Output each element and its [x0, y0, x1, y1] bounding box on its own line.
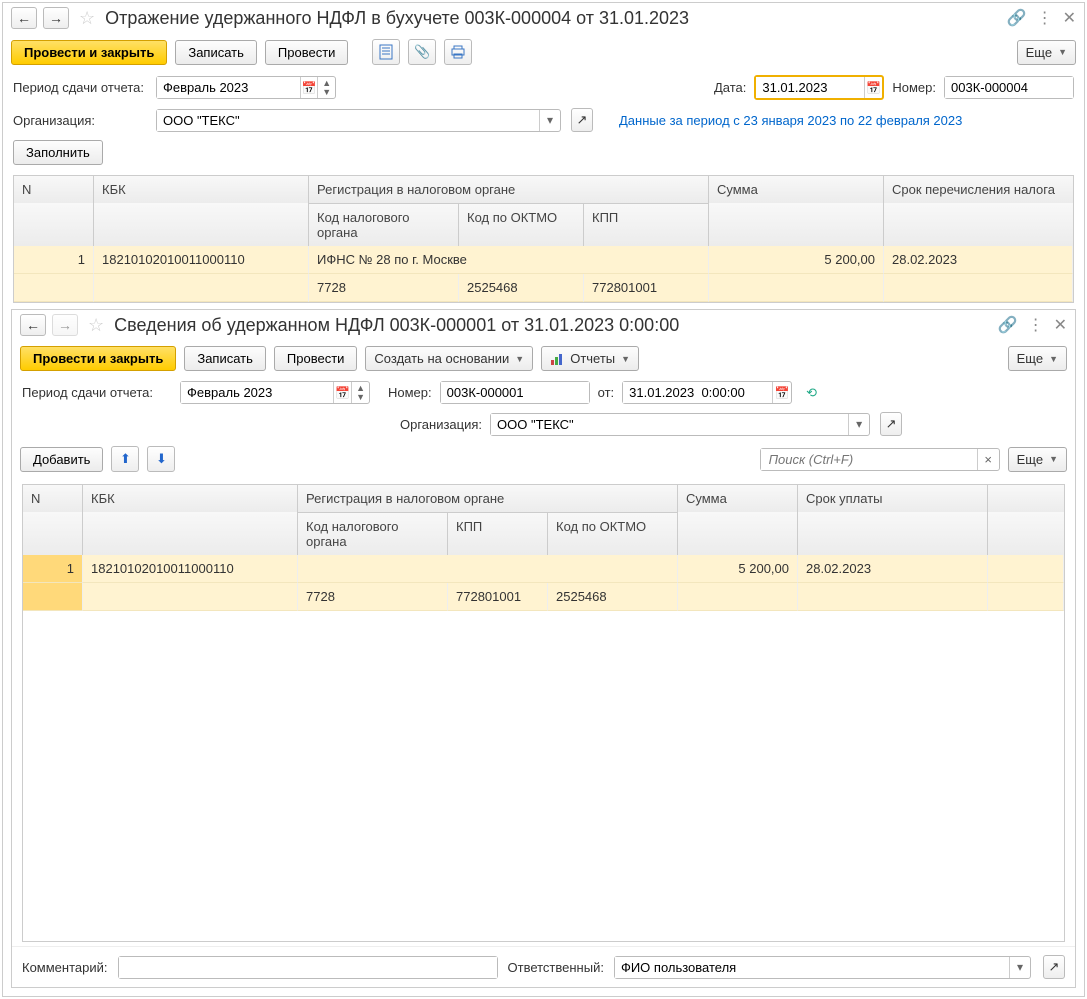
org-label: Организация:	[13, 113, 148, 128]
more-button[interactable]: Еще▼	[1008, 346, 1067, 371]
col-kbk: КБК	[94, 176, 309, 203]
post-and-close-button[interactable]: Провести и закрыть	[20, 346, 176, 371]
org-label: Организация:	[400, 417, 482, 432]
org-input[interactable]	[157, 110, 539, 131]
col-reg: Регистрация в налоговом органе	[298, 485, 678, 512]
search-input[interactable]	[761, 449, 977, 470]
number-label: Номер:	[892, 80, 936, 95]
org-input[interactable]	[491, 414, 848, 435]
col-n: N	[23, 485, 83, 512]
period-label: Период сдачи отчета:	[13, 80, 148, 95]
table-row[interactable]: 1 18210102010011000110 ИФНС № 28 по г. М…	[14, 246, 1073, 274]
comment-input[interactable]	[119, 957, 497, 978]
save-button[interactable]: Записать	[184, 346, 266, 371]
col-reg: Регистрация в налоговом органе	[309, 176, 709, 203]
table-row[interactable]: 1 18210102010011000110 5 200,00 28.02.20…	[23, 555, 1064, 583]
open-external-icon[interactable]: ↗	[571, 108, 593, 132]
period-label: Период сдачи отчета:	[22, 385, 172, 400]
open-external-icon[interactable]: ↗	[1043, 955, 1065, 979]
print-icon[interactable]	[444, 39, 472, 65]
dropdown-icon[interactable]: ▾	[539, 110, 560, 131]
date-input[interactable]	[756, 77, 863, 98]
col-code-org: Код налогового органа	[309, 203, 459, 246]
col-oktmo: Код по ОКТМО	[548, 512, 678, 555]
calendar-icon[interactable]: 📅	[333, 382, 351, 403]
col-oktmo: Код по ОКТМО	[459, 203, 584, 246]
from-date-input[interactable]	[623, 382, 772, 403]
more-button[interactable]: Еще▼	[1017, 40, 1076, 65]
chart-icon	[550, 352, 564, 366]
kebab-menu-icon[interactable]: ⋮	[1037, 8, 1053, 28]
from-label: от:	[598, 385, 615, 400]
period-input[interactable]	[157, 77, 300, 98]
favorite-star-icon[interactable]: ☆	[88, 315, 104, 336]
post-button[interactable]: Провести	[274, 346, 358, 371]
fill-button[interactable]: Заполнить	[13, 140, 103, 165]
more-button[interactable]: Еще▼	[1008, 447, 1067, 472]
col-code-org: Код налогового органа	[298, 512, 448, 555]
top-table: N КБК Регистрация в налоговом органе Сум…	[13, 175, 1074, 303]
period-input[interactable]	[181, 382, 333, 403]
col-kpp: КПП	[448, 512, 548, 555]
col-kpp: КПП	[584, 203, 709, 246]
back-button[interactable]: ←	[20, 314, 46, 336]
clear-search-icon[interactable]: ×	[977, 449, 999, 470]
number-input[interactable]	[441, 382, 589, 403]
save-button[interactable]: Записать	[175, 40, 257, 65]
calendar-icon[interactable]: 📅	[300, 77, 318, 98]
close-icon[interactable]: ✕	[1054, 315, 1067, 335]
add-button[interactable]: Добавить	[20, 447, 103, 472]
spinner-icon[interactable]: ▲▼	[351, 382, 369, 403]
col-deadline: Срок перечисления налога	[884, 176, 1073, 203]
back-button[interactable]: ←	[11, 7, 37, 29]
number-label: Номер:	[388, 385, 432, 400]
spinner-icon[interactable]: ▲▼	[317, 77, 335, 98]
document-icon[interactable]	[372, 39, 400, 65]
comment-label: Комментарий:	[22, 960, 108, 975]
table-row[interactable]: 7728 772801001 2525468	[23, 583, 1064, 611]
calendar-icon[interactable]: 📅	[864, 77, 883, 98]
link-icon[interactable]: 🔗	[1007, 8, 1027, 28]
col-kbk: КБК	[83, 485, 298, 512]
sub-table: N КБК Регистрация в налоговом органе Сум…	[22, 484, 1065, 942]
open-external-icon[interactable]: ↗	[880, 412, 902, 436]
number-input[interactable]	[945, 77, 1073, 98]
table-row[interactable]: 7728 2525468 772801001	[14, 274, 1073, 302]
move-down-icon[interactable]: ⬇	[147, 446, 175, 472]
dropdown-icon[interactable]: ▾	[848, 414, 869, 435]
calendar-icon[interactable]: 📅	[772, 382, 791, 403]
window-title: Отражение удержанного НДФЛ в бухучете 00…	[105, 8, 1001, 29]
kebab-menu-icon[interactable]: ⋮	[1028, 315, 1044, 335]
attachment-icon[interactable]: 📎	[408, 39, 436, 65]
period-info-link[interactable]: Данные за период с 23 января 2023 по 22 …	[619, 113, 962, 128]
date-label: Дата:	[714, 80, 746, 95]
close-icon[interactable]: ✕	[1063, 8, 1076, 28]
post-button[interactable]: Провести	[265, 40, 349, 65]
move-up-icon[interactable]: ⬆	[111, 446, 139, 472]
refresh-icon[interactable]: ⟲	[806, 385, 817, 401]
link-icon[interactable]: 🔗	[998, 315, 1018, 335]
favorite-star-icon[interactable]: ☆	[79, 8, 95, 29]
col-deadline: Срок уплаты	[798, 485, 988, 512]
reports-button[interactable]: Отчеты▼	[541, 346, 639, 371]
responsible-input[interactable]	[615, 957, 1009, 978]
post-and-close-button[interactable]: Провести и закрыть	[11, 40, 167, 65]
responsible-label: Ответственный:	[508, 960, 604, 975]
forward-button[interactable]: →	[43, 7, 69, 29]
col-n: N	[14, 176, 94, 203]
dropdown-icon[interactable]: ▾	[1009, 957, 1030, 978]
create-based-on-button[interactable]: Создать на основании▼	[365, 346, 533, 371]
window-title: Сведения об удержанном НДФЛ 003К-000001 …	[114, 315, 992, 336]
forward-button: →	[52, 314, 78, 336]
col-sum: Сумма	[678, 485, 798, 512]
col-sum: Сумма	[709, 176, 884, 203]
